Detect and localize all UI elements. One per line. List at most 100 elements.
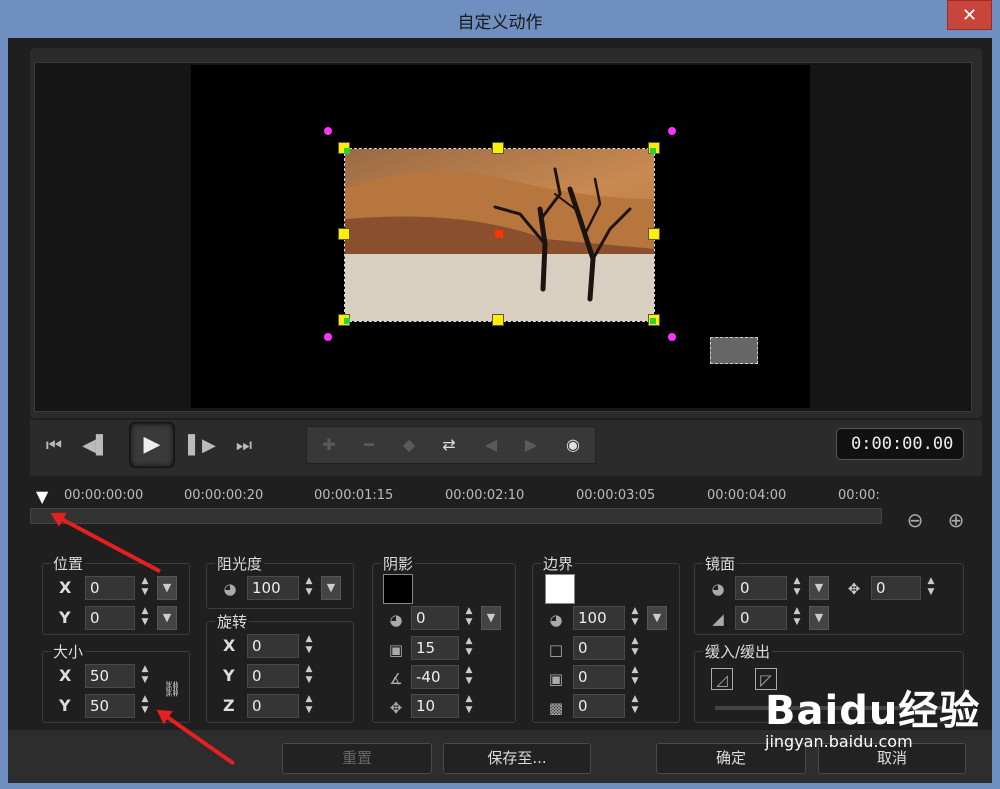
rotation-y-label: Y <box>223 666 235 685</box>
shadow-angle-input[interactable]: -40 <box>411 665 459 689</box>
position-x-spinner[interactable]: ▲ ▼ <box>137 576 153 600</box>
corner-handle[interactable] <box>344 318 350 324</box>
size-y-input[interactable]: 50 <box>85 694 135 718</box>
shadow-color-swatch[interactable] <box>383 574 413 604</box>
mirror-gradient-dropdown[interactable]: ▼ <box>809 606 829 630</box>
resize-handle[interactable] <box>492 142 504 154</box>
reset-rotate-icon[interactable]: ◉ <box>555 429 591 461</box>
mirror-offset-spinner[interactable]: ▲ ▼ <box>923 576 939 600</box>
rotation-z-spinner[interactable]: ▲ ▼ <box>301 694 317 718</box>
keyframe-track[interactable] <box>30 508 882 524</box>
play-button[interactable]: ▶ <box>129 422 175 468</box>
watermark-logo: Baidu经验 <box>765 688 981 734</box>
border-inner-icon: ▩ <box>548 699 564 717</box>
size-y-label: Y <box>59 696 71 715</box>
border-opacity-input[interactable]: 100 <box>573 606 625 630</box>
opacity-label: 阻光度 <box>215 553 265 574</box>
resize-handle[interactable] <box>492 314 504 326</box>
reset-button[interactable]: 重置 <box>282 743 432 774</box>
fade-in-icon[interactable]: ◿ <box>711 668 733 690</box>
resize-handle[interactable] <box>338 228 350 240</box>
center-point[interactable] <box>495 230 503 238</box>
size-y-spinner[interactable]: ▲ ▼ <box>137 694 153 718</box>
mirror-label: 镜面 <box>703 553 738 574</box>
border-inner-input[interactable]: 0 <box>573 694 625 718</box>
zoom-in-icon[interactable]: ⊕ <box>942 506 970 534</box>
distort-handle[interactable] <box>324 333 332 341</box>
mirror-opacity-dropdown[interactable]: ▼ <box>809 576 829 600</box>
shadow-blur-icon: ▣ <box>388 641 404 659</box>
rotation-x-input[interactable]: 0 <box>247 634 299 658</box>
move-left-icon[interactable]: ◀ <box>473 429 509 461</box>
distort-handle[interactable] <box>668 127 676 135</box>
shadow-preview-box[interactable] <box>710 337 758 364</box>
shadow-blur-input[interactable]: 15 <box>411 636 459 660</box>
mirror-gradient-input[interactable]: 0 <box>735 606 787 630</box>
shadow-distance-input[interactable]: 10 <box>411 694 459 718</box>
border-blur-input[interactable]: 0 <box>573 665 625 689</box>
opacity-dropdown[interactable]: ▼ <box>321 576 341 600</box>
position-y-input[interactable]: 0 <box>85 606 135 630</box>
distort-handle[interactable] <box>668 333 676 341</box>
ruler-tick: 00:00:01:15 <box>314 488 394 503</box>
size-x-spinner[interactable]: ▲ ▼ <box>137 664 153 688</box>
position-x-input[interactable]: 0 <box>85 576 135 600</box>
position-x-dropdown[interactable]: ▼ <box>157 576 177 600</box>
resize-handle[interactable] <box>648 228 660 240</box>
go-to-end-icon[interactable]: ⏭ <box>226 428 262 464</box>
remove-keyframe-icon[interactable]: ━ <box>351 429 387 461</box>
link-icon[interactable]: ⛓ <box>161 678 183 700</box>
position-y-dropdown[interactable]: ▼ <box>157 606 177 630</box>
mirror-gradient-spinner[interactable]: ▲ ▼ <box>789 606 805 630</box>
border-width-input[interactable]: 0 <box>573 636 625 660</box>
zoom-out-icon[interactable]: ⊖ <box>901 506 929 534</box>
swap-keyframe-icon[interactable]: ⇄ <box>431 429 467 461</box>
previous-frame-icon[interactable]: ◀▌ <box>78 428 114 464</box>
mirror-offset-input[interactable]: 0 <box>871 576 921 600</box>
size-label: 大小 <box>51 641 86 662</box>
ruler-tick: 00:00:03:05 <box>576 488 656 503</box>
add-keyframe-icon[interactable]: ✚ <box>311 429 347 461</box>
shadow-opacity-dropdown[interactable]: ▼ <box>481 606 501 630</box>
rotation-z-input[interactable]: 0 <box>247 694 299 718</box>
shadow-angle-icon: ∡ <box>389 670 403 688</box>
mirror-opacity-spinner[interactable]: ▲ ▼ <box>789 576 805 600</box>
shadow-opacity-spinner[interactable]: ▲ ▼ <box>461 606 477 630</box>
rotation-y-input[interactable]: 0 <box>247 664 299 688</box>
save-to-button[interactable]: 保存至... <box>443 743 591 774</box>
border-width-spinner[interactable]: ▲ ▼ <box>627 636 643 660</box>
border-opacity-spinner[interactable]: ▲ ▼ <box>627 606 643 630</box>
opacity-spinner[interactable]: ▲ ▼ <box>301 576 317 600</box>
border-inner-spinner[interactable]: ▲ ▼ <box>627 694 643 718</box>
position-y-spinner[interactable]: ▲ ▼ <box>137 606 153 630</box>
move-right-icon[interactable]: ▶ <box>513 429 549 461</box>
shadow-label: 阴影 <box>381 553 416 574</box>
playhead-marker[interactable]: ▼ <box>36 489 58 506</box>
corner-handle[interactable] <box>650 318 656 324</box>
shadow-distance-spinner[interactable]: ▲ ▼ <box>461 694 477 718</box>
size-x-input[interactable]: 50 <box>85 664 135 688</box>
next-frame-icon[interactable]: ▌▶ <box>184 428 220 464</box>
shadow-group: 阴影 ◕ 0 ▲ ▼ ▼ ▣ 15 ▲ ▼ ∡ -40 ▲ ▼ ✥ 10 ▲ ▼ <box>372 553 516 723</box>
rotation-x-spinner[interactable]: ▲ ▼ <box>301 634 317 658</box>
rotation-y-spinner[interactable]: ▲ ▼ <box>301 664 317 688</box>
timeline-ruler: 00:00:00:00 00:00:00:20 00:00:01:15 00:0… <box>30 484 882 506</box>
mirror-opacity-input[interactable]: 0 <box>735 576 787 600</box>
border-opacity-dropdown[interactable]: ▼ <box>647 606 667 630</box>
border-width-icon: □ <box>548 641 564 659</box>
shadow-opacity-input[interactable]: 0 <box>411 606 459 630</box>
border-blur-spinner[interactable]: ▲ ▼ <box>627 665 643 689</box>
shadow-blur-spinner[interactable]: ▲ ▼ <box>461 636 477 660</box>
shadow-distance-icon: ✥ <box>389 699 403 717</box>
timecode-field[interactable]: 0:00:00.00 <box>836 428 964 460</box>
corner-handle[interactable] <box>344 148 350 154</box>
distort-handle[interactable] <box>324 127 332 135</box>
go-to-start-icon[interactable]: ⏮ <box>36 428 72 464</box>
close-button[interactable]: ✕ <box>947 0 992 30</box>
corner-handle[interactable] <box>650 148 656 154</box>
border-color-swatch[interactable] <box>545 574 575 604</box>
opacity-input[interactable]: 100 <box>247 576 299 600</box>
mirror-group: 镜面 ◕ 0 ▲ ▼ ▼ ✥ 0 ▲ ▼ ◢ 0 ▲ ▼ ▼ <box>694 553 964 635</box>
shadow-angle-spinner[interactable]: ▲ ▼ <box>461 665 477 689</box>
reverse-keyframe-icon[interactable]: ◆ <box>391 429 427 461</box>
